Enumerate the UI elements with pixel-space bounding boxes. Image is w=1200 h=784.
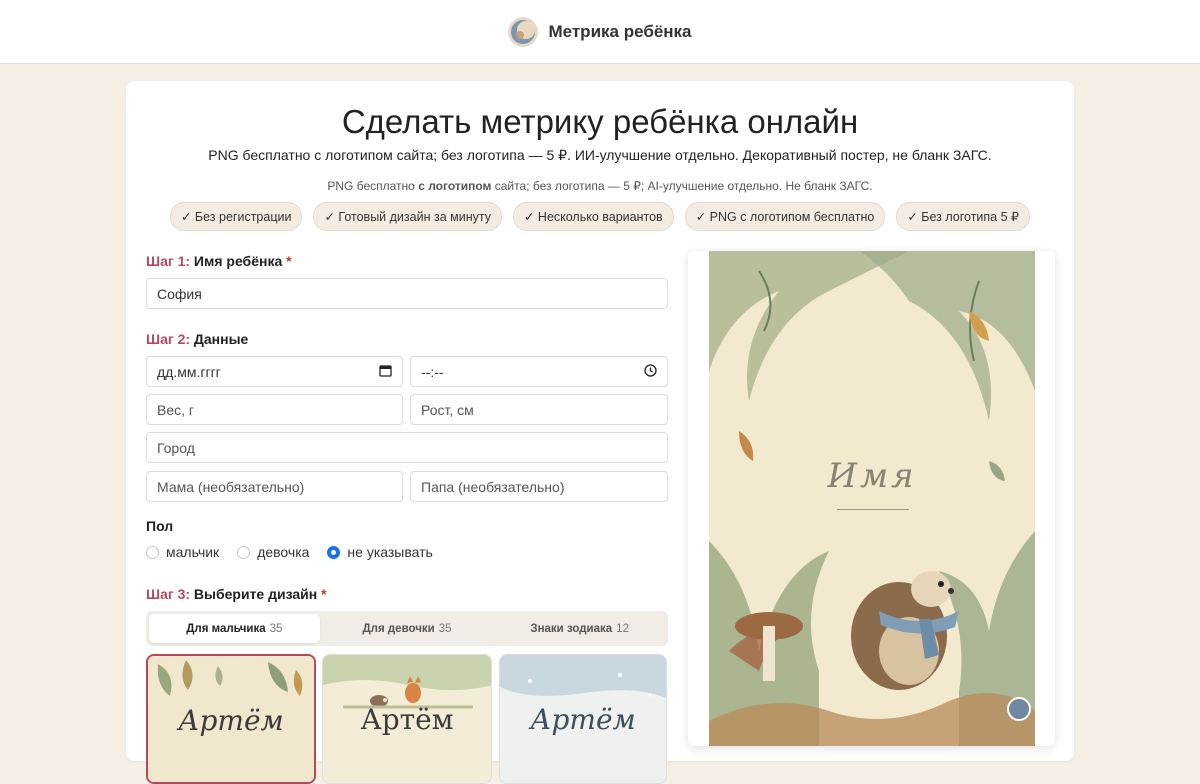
step1-label: Имя ребёнка <box>193 253 283 269</box>
design-thumb-winter[interactable]: Артём <box>499 654 667 784</box>
father-input[interactable]: Папа (необязательно) <box>410 471 668 502</box>
tab-count: 35 <box>438 622 452 635</box>
gender-option-label: мальчик <box>166 544 220 560</box>
mother-placeholder: Мама (необязательно) <box>157 478 305 495</box>
pricing-note-end: сайта; без логотипа — 5 ₽; AI-улучшение … <box>491 179 873 193</box>
gender-option-unspecified[interactable]: не указывать <box>327 544 433 560</box>
step3-number: Шаг 3: <box>146 586 191 602</box>
design-tabs: Для мальчика 35 Для девочки 35 Знаки зод… <box>146 611 668 646</box>
tab-count: 12 <box>616 622 629 635</box>
required-mark: * <box>286 253 292 269</box>
thumb-name: Артём <box>178 704 284 737</box>
radio-boy[interactable] <box>146 545 159 559</box>
thumb-name: Артём <box>530 703 636 736</box>
moon-baby-logo-icon[interactable] <box>508 16 539 47</box>
weight-placeholder: Вес, г <box>157 401 195 418</box>
birth-date-input[interactable]: дд.мм.гггг <box>146 356 403 387</box>
father-placeholder: Папа (необязательно) <box>421 478 565 495</box>
tab-label: Знаки зодиака <box>530 622 613 635</box>
weight-input[interactable]: Вес, г <box>146 394 403 425</box>
main-card: Сделать метрику ребёнка онлайн PNG беспл… <box>126 81 1074 784</box>
tab-girl[interactable]: Для девочки 35 <box>322 614 493 643</box>
top-bar: Метрика ребёнка <box>0 0 1200 64</box>
badge-variants: ✓ Несколько вариантов <box>512 202 674 231</box>
tab-label: Для мальчика <box>186 622 266 635</box>
poster-canvas: Имя <box>709 251 1035 746</box>
child-name-input[interactable]: София <box>146 278 668 309</box>
step2-label: Данные <box>193 331 249 347</box>
radio-unspecified[interactable] <box>327 545 341 559</box>
pricing-note-start: PNG бесплатно <box>327 179 419 193</box>
child-name-value: София <box>157 285 202 302</box>
tab-label: Для девочки <box>362 622 435 635</box>
poster-name-placeholder: Имя <box>827 456 917 496</box>
birth-date-value: дд.мм.гггг <box>157 363 221 380</box>
clock-icon[interactable] <box>644 363 657 380</box>
tab-count: 35 <box>269 622 283 635</box>
badge-no-logo-price: ✓ Без логотипа 5 ₽ <box>896 202 1030 231</box>
gender-option-label: не указывать <box>347 544 433 560</box>
page-subtitle: PNG бесплатно с логотипом сайта; без лог… <box>208 147 992 163</box>
step2-number: Шаг 2: <box>146 331 191 347</box>
city-input[interactable]: Город <box>146 432 668 463</box>
required-mark: * <box>321 586 327 602</box>
radio-girl[interactable] <box>237 545 251 559</box>
feature-badges: ✓ Без регистрации ✓ Готовый дизайн за ми… <box>126 202 1074 231</box>
brand-title[interactable]: Метрика ребёнка <box>548 22 691 42</box>
birth-time-input[interactable]: --:-- <box>410 356 668 387</box>
step3-heading: Шаг 3: Выберите дизайн * <box>146 586 327 602</box>
gender-option-boy[interactable]: мальчик <box>146 544 219 560</box>
city-placeholder: Город <box>157 439 195 456</box>
forest-hedgehog-illustration-icon <box>709 251 1035 746</box>
height-placeholder: Рост, см <box>421 401 474 418</box>
poster-name-underline <box>837 509 909 510</box>
calendar-icon[interactable] <box>379 364 392 380</box>
design-thumb-leaves[interactable]: Артём <box>146 654 316 784</box>
gender-option-girl[interactable]: девочка <box>237 544 309 560</box>
step3-label: Выберите дизайн <box>193 586 318 602</box>
gender-label: Пол <box>146 518 174 534</box>
design-thumb-forest-animals[interactable]: Артём <box>322 654 492 784</box>
mother-input[interactable]: Мама (необязательно) <box>146 471 403 502</box>
gender-radio-group: мальчик девочка не указывать <box>146 544 433 560</box>
step1-number: Шаг 1: <box>146 253 191 269</box>
thumb-name: Артём <box>360 703 454 736</box>
pricing-note-bold: с логотипом <box>418 179 492 193</box>
tab-zodiac[interactable]: Знаки зодиака 12 <box>494 614 665 643</box>
step1-heading: Шаг 1: Имя ребёнка * <box>146 253 292 269</box>
page-title: Сделать метрику ребёнка онлайн <box>341 103 859 140</box>
birth-time-value: --:-- <box>421 363 444 380</box>
badge-no-registration: ✓ Без регистрации <box>169 202 303 231</box>
gender-option-label: девочка <box>257 544 310 560</box>
height-input[interactable]: Рост, см <box>410 394 668 425</box>
poster-preview: Имя <box>688 251 1055 746</box>
tab-boy[interactable]: Для мальчика 35 <box>149 614 320 643</box>
pricing-note: PNG бесплатно с логотипом сайта; без лог… <box>126 179 1074 193</box>
badge-png-free: ✓ PNG с логотипом бесплатно <box>684 202 886 231</box>
step2-heading: Шаг 2: Данные <box>146 331 248 347</box>
badge-ready-design: ✓ Готовый дизайн за минуту <box>313 202 502 231</box>
